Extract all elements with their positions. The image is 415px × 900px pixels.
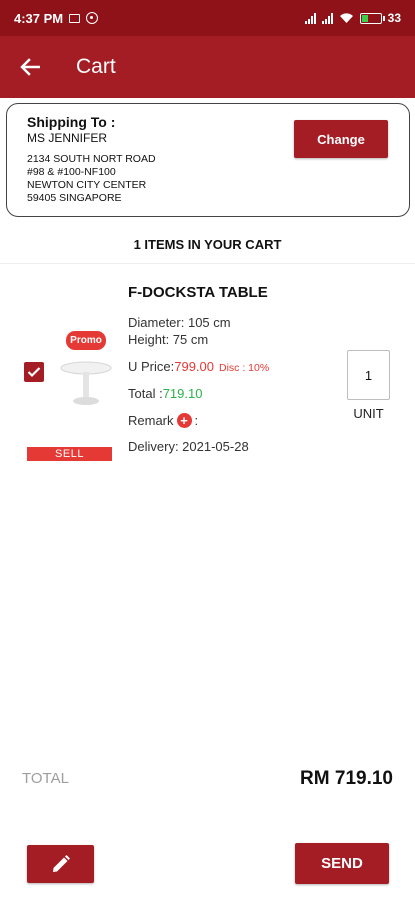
sync-icon	[86, 12, 99, 24]
remark-row: Remark +:	[128, 413, 338, 428]
unit-price-row: U Price: 799.00 Disc : 10%	[128, 359, 338, 374]
cart-total-label: TOTAL	[22, 770, 69, 787]
discount-label: Disc : 10%	[219, 362, 270, 374]
unit-price-value: 799.00	[174, 359, 214, 374]
address-line: 59405 SINGAPORE	[27, 192, 122, 204]
item-total-value: 719.10	[162, 386, 203, 401]
status-right: 33	[304, 11, 401, 25]
battery-icon	[359, 12, 385, 24]
item-total-label: Total :	[128, 386, 163, 401]
edit-button[interactable]	[27, 845, 94, 883]
item-info: F-DOCKSTA TABLE Diameter: 105 cm Height:…	[128, 284, 338, 454]
shipping-card: Shipping To : MS JENNIFER 2134 SOUTH NOR…	[6, 103, 410, 217]
remark-colon: :	[194, 413, 199, 428]
item-height: Height: 75 cm	[128, 332, 209, 347]
item-total-row: Total :719.10	[128, 386, 338, 401]
status-bar: 4:37 PM 33	[0, 0, 415, 36]
delivery-date: Delivery: 2021-05-28	[128, 439, 249, 454]
battery-percent: 33	[387, 11, 401, 25]
shipping-address: 2134 SOUTH NORT ROAD #98 & #100-NF100 NE…	[27, 153, 389, 205]
item-dimensions: Diameter: 105 cm Height: 75 cm	[128, 314, 338, 348]
app-bar: Cart	[0, 36, 415, 98]
check-icon	[27, 367, 41, 378]
cart-total-amount: RM 719.10	[300, 768, 393, 789]
sell-tag: SELL	[27, 447, 112, 461]
back-button[interactable]	[0, 36, 60, 98]
pencil-icon	[52, 855, 70, 872]
item-diameter: Diameter: 105 cm	[128, 315, 231, 330]
page-title: Cart	[76, 55, 116, 78]
quantity-input[interactable]: 1	[347, 350, 390, 400]
screen-icon	[69, 13, 81, 23]
item-name: F-DOCKSTA TABLE	[128, 284, 268, 301]
wifi-icon	[339, 13, 353, 23]
address-line: #98 & #100-NF100	[27, 166, 116, 178]
send-button[interactable]: SEND	[295, 843, 389, 884]
add-remark-plus-icon[interactable]: +	[176, 413, 192, 428]
cart-count-header: 1 ITEMS IN YOUR CART	[0, 226, 415, 264]
signal-icon-2	[321, 12, 333, 24]
unit-label: UNIT	[353, 406, 384, 421]
remark-label: Remark	[128, 413, 174, 428]
address-line: NEWTON CITY CENTER	[27, 179, 147, 191]
promo-badge: Promo	[66, 331, 106, 350]
status-time: 4:37 PM	[14, 10, 64, 26]
unit-price-label: U Price:	[128, 359, 175, 374]
signal-icon	[304, 12, 316, 24]
item-checkbox[interactable]	[24, 362, 44, 382]
status-left: 4:37 PM	[14, 10, 99, 26]
arrow-left-icon	[20, 58, 40, 76]
product-image	[60, 361, 112, 405]
change-address-button[interactable]: Change	[294, 120, 388, 158]
